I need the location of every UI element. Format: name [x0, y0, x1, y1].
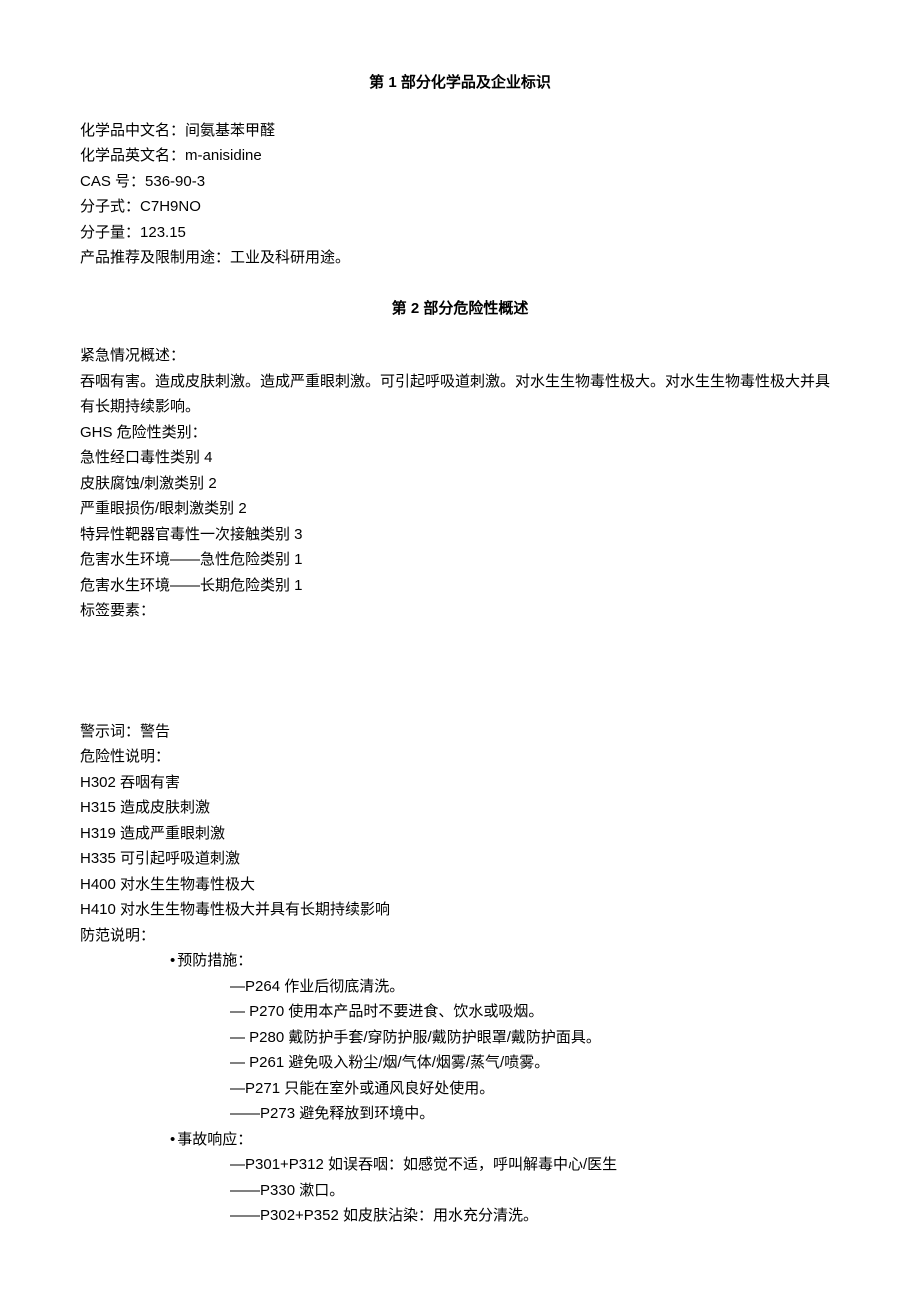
hazard-statement-list: H302 吞咽有害H315 造成皮肤刺激H319 造成严重眼刺激H335 可引起…	[80, 770, 840, 923]
chinese-name-label: 化学品中文名：	[80, 122, 185, 139]
hazard-statement-item: H315 造成皮肤刺激	[80, 795, 840, 821]
ghs-item: 急性经口毒性类别 4	[80, 445, 840, 471]
ghs-list: 急性经口毒性类别 4皮肤腐蚀/刺激类别 2严重眼损伤/眼刺激类别 2特异性靶器官…	[80, 445, 840, 598]
formula-line: 分子式：C7H9NO	[80, 194, 840, 220]
hazard-statement-item: H410 对水生生物毒性极大并具有长期持续影响	[80, 897, 840, 923]
response-header-text: 事故响应：	[177, 1131, 252, 1148]
cas-value: 536-90-3	[145, 173, 205, 190]
hazard-statement-item: H319 造成严重眼刺激	[80, 821, 840, 847]
chinese-name-line: 化学品中文名：间氨基苯甲醛	[80, 118, 840, 144]
precaution-item: P264 作业后彻底清洗。	[80, 974, 840, 1000]
hazard-statement-item: H335 可引起呼吸道刺激	[80, 846, 840, 872]
precaution-item: P301+P312 如误吞咽：如感觉不适，呼叫解毒中心/医生	[80, 1152, 840, 1178]
precaution-item: P261 避免吸入粉尘/烟/气体/烟雾/蒸气/喷雾。	[80, 1050, 840, 1076]
prevention-header: 预防措施：	[80, 948, 840, 974]
precaution-item: P330 漱口。	[80, 1178, 840, 1204]
ghs-item: 皮肤腐蚀/刺激类别 2	[80, 471, 840, 497]
prevention-list: P264 作业后彻底清洗。 P270 使用本产品时不要进食、饮水或吸烟。 P28…	[80, 974, 840, 1127]
mw-line: 分子量：123.15	[80, 220, 840, 246]
precaution-item: P302+P352 如皮肤沾染：用水充分清洗。	[80, 1203, 840, 1229]
formula-label: 分子式：	[80, 198, 140, 215]
signal-word-line: 警示词：警告	[80, 719, 840, 745]
precaution-item-text: P264 作业后彻底清洗。	[245, 978, 404, 995]
ghs-label: GHS 危险性类别：	[80, 420, 840, 446]
emergency-label: 紧急情况概述：	[80, 343, 840, 369]
emergency-text: 吞咽有害。造成皮肤刺激。造成严重眼刺激。可引起呼吸道刺激。对水生生物毒性极大。对…	[80, 369, 840, 420]
precaution-item-text: P302+P352 如皮肤沾染：用水充分清洗。	[260, 1207, 538, 1224]
chinese-name-value: 间氨基苯甲醛	[185, 122, 275, 139]
response-header: 事故响应：	[80, 1127, 840, 1153]
cas-label: CAS 号：	[80, 173, 145, 190]
usage-line: 产品推荐及限制用途：工业及科研用途。	[80, 245, 840, 271]
precaution-item-text: P271 只能在室外或通风良好处使用。	[245, 1080, 494, 1097]
mw-value: 123.15	[140, 224, 186, 241]
label-elements-label: 标签要素：	[80, 598, 840, 624]
hazard-statement-item: H302 吞咽有害	[80, 770, 840, 796]
precaution-item-text: P261 避免吸入粉尘/烟/气体/烟雾/蒸气/喷雾。	[249, 1054, 549, 1071]
precaution-item-text: P273 避免释放到环境中。	[260, 1105, 434, 1122]
precaution-label: 防范说明：	[80, 923, 840, 949]
ghs-item: 特异性靶器官毒性一次接触类别 3	[80, 522, 840, 548]
cas-line: CAS 号：536-90-3	[80, 169, 840, 195]
response-list: P301+P312 如误吞咽：如感觉不适，呼叫解毒中心/医生 P330 漱口。 P3…	[80, 1152, 840, 1229]
hazard-statement-label: 危险性说明：	[80, 744, 840, 770]
formula-value: C7H9NO	[140, 198, 201, 215]
precaution-item: P273 避免释放到环境中。	[80, 1101, 840, 1127]
english-name-line: 化学品英文名：m-anisidine	[80, 143, 840, 169]
english-name-label: 化学品英文名：	[80, 147, 185, 164]
pictogram-placeholder	[80, 624, 840, 719]
mw-label: 分子量：	[80, 224, 140, 241]
precaution-item-text: P270 使用本产品时不要进食、饮水或吸烟。	[249, 1003, 543, 1020]
hazard-statement-item: H400 对水生生物毒性极大	[80, 872, 840, 898]
signal-word-value: 警告	[140, 723, 170, 740]
usage-value: 工业及科研用途。	[230, 249, 350, 266]
signal-word-label: 警示词：	[80, 723, 140, 740]
ghs-item: 危害水生环境——长期危险类别 1	[80, 573, 840, 599]
section-2-title: 第 2 部分危险性概述	[80, 296, 840, 322]
prevention-header-text: 预防措施：	[177, 952, 252, 969]
section-1-title: 第 1 部分化学品及企业标识	[80, 70, 840, 96]
ghs-item: 严重眼损伤/眼刺激类别 2	[80, 496, 840, 522]
precaution-item: P270 使用本产品时不要进食、饮水或吸烟。	[80, 999, 840, 1025]
ghs-item: 危害水生环境——急性危险类别 1	[80, 547, 840, 573]
precaution-item-text: P280 戴防护手套/穿防护服/戴防护眼罩/戴防护面具。	[249, 1029, 601, 1046]
precaution-item-text: P301+P312 如误吞咽：如感觉不适，呼叫解毒中心/医生	[245, 1156, 617, 1173]
precaution-item: P280 戴防护手套/穿防护服/戴防护眼罩/戴防护面具。	[80, 1025, 840, 1051]
english-name-value: m-anisidine	[185, 147, 262, 164]
usage-label: 产品推荐及限制用途：	[80, 249, 230, 266]
precaution-item: P271 只能在室外或通风良好处使用。	[80, 1076, 840, 1102]
precaution-item-text: P330 漱口。	[260, 1182, 344, 1199]
